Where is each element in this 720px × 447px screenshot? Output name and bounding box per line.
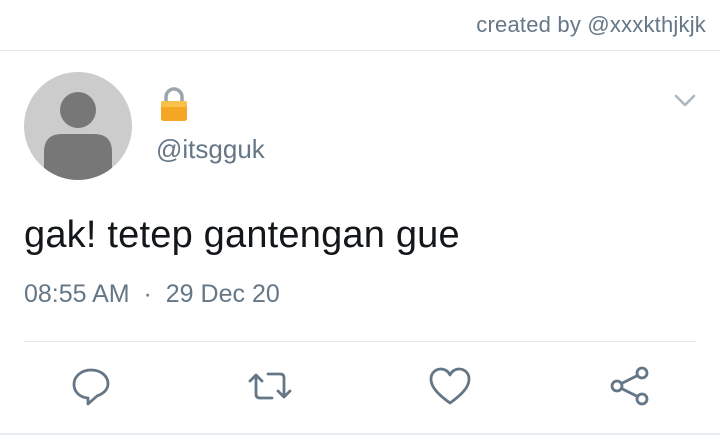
tweet-time: 08:55 AM xyxy=(24,280,130,308)
tweet-text: gak! tetep gantengan gue xyxy=(24,214,460,256)
reply-icon[interactable] xyxy=(67,362,115,410)
avatar[interactable] xyxy=(24,72,132,180)
tweet-actions xyxy=(0,362,720,412)
chevron-down-icon[interactable] xyxy=(670,88,700,112)
timestamp-separator: · xyxy=(143,280,152,308)
watermark-credit: created by @xxxkthjkjk xyxy=(476,12,706,37)
bottom-divider xyxy=(0,433,720,435)
share-icon[interactable] xyxy=(606,362,654,410)
tweet-date: 29 Dec 20 xyxy=(165,280,280,308)
heart-icon[interactable] xyxy=(426,362,474,410)
retweet-icon[interactable] xyxy=(246,362,294,410)
lock-icon xyxy=(158,86,190,122)
user-handle[interactable]: @itsgguk xyxy=(156,134,265,165)
top-divider xyxy=(0,50,720,51)
default-avatar-icon xyxy=(44,92,112,180)
action-divider xyxy=(24,341,696,342)
tweet-timestamp: 08:55 AM · 29 Dec 20 xyxy=(24,280,280,309)
